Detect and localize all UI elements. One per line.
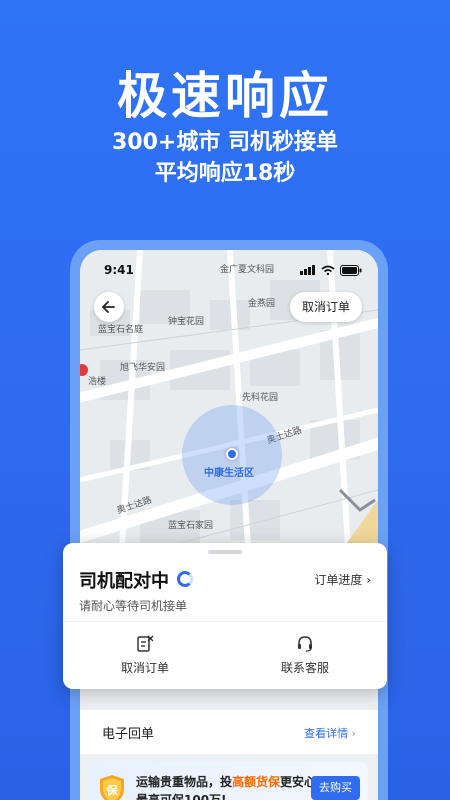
receipt-title: 电子回单 — [102, 727, 155, 742]
wifi-icon — [321, 265, 335, 275]
order-status-subtitle: 请耐心等待司机接单 — [79, 599, 188, 613]
order-progress-label: 订单进度 — [314, 573, 363, 587]
divider — [63, 621, 387, 622]
order-status-title: 司机配对中 — [79, 571, 169, 592]
battery-icon — [340, 264, 362, 276]
back-button[interactable] — [94, 292, 124, 322]
headset-icon — [298, 636, 312, 652]
insurance-shield-icon: 保 — [100, 775, 124, 800]
map-label: 浩楼 — [88, 377, 107, 387]
banner-line2: 最高可保100万! — [136, 793, 227, 800]
map-label: 先科花园 — [242, 393, 279, 403]
insurance-badge-char: 保 — [106, 783, 119, 797]
receipt-details-label: 查看详情 — [304, 727, 349, 740]
receipt-details-link[interactable]: 查看详情 › — [304, 725, 356, 741]
buy-insurance-button[interactable]: 去购买 — [311, 776, 360, 800]
phone-frame: 金广夏文科园 金燕园 钟宝花园 蓝宝石名庭 旭飞华安园 先科花园 奥士达路 奥士… — [70, 240, 388, 800]
banner-highlight: 高额货保 — [232, 775, 281, 789]
location-pin-icon — [226, 448, 238, 460]
cancel-order-top-button[interactable]: 取消订单 — [289, 292, 362, 322]
status-icons — [300, 264, 362, 276]
contact-support-button[interactable]: 联系客服 — [245, 635, 365, 676]
cancel-order-icon — [137, 635, 154, 652]
current-location-label: 中康生活区 — [204, 468, 254, 479]
contact-support-label: 联系客服 — [280, 661, 329, 675]
loading-spinner-icon — [177, 571, 193, 587]
insurance-banner[interactable]: 保 运输贵重物品，投高额货保更安心 最高可保100万! 去购买 — [90, 762, 368, 800]
cancel-order-button[interactable]: 取消订单 — [85, 635, 205, 676]
phone-screen: 金广夏文科园 金燕园 钟宝花园 蓝宝石名庭 旭飞华安园 先科花园 奥士达路 奥士… — [80, 250, 378, 800]
status-time: 9:41 — [104, 263, 134, 277]
chevron-right-icon: › — [351, 727, 356, 740]
order-progress-link[interactable]: 订单进度 › — [314, 571, 371, 588]
arrow-left-icon — [102, 301, 115, 313]
signal-icon — [300, 265, 315, 275]
cancel-order-label: 取消订单 — [120, 661, 169, 675]
receipt-row[interactable]: 电子回单 查看详情 › — [80, 710, 378, 754]
map-label: 蓝宝石名庭 — [98, 325, 144, 335]
banner-text: 运输贵重物品，投 — [136, 775, 233, 789]
banner-line1: 运输贵重物品，投高额货保更安心 — [136, 773, 316, 790]
hero-subtitle-response: 平均响应18秒 — [154, 161, 296, 186]
map-label: 钟宝花园 — [168, 317, 205, 327]
hero-subtitle-cities: 300+城市 司机秒接单 — [111, 130, 339, 155]
map-label: 金燕园 — [248, 299, 276, 309]
status-bar: 9:41 — [80, 250, 378, 284]
map-label: 蓝宝石家园 — [168, 521, 214, 531]
chevron-right-icon: › — [366, 573, 371, 587]
order-status-card: 司机配对中 订单进度 › 请耐心等待司机接单 取消订单 联系客服 — [63, 543, 387, 689]
map-label: 旭飞华安园 — [120, 363, 166, 373]
hero-title: 极速响应 — [117, 67, 333, 125]
drag-handle[interactable] — [208, 550, 242, 554]
